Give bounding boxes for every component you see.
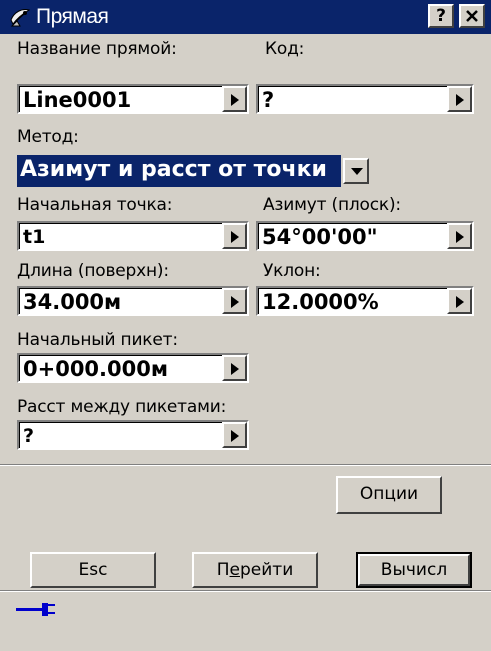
code-arrow-button[interactable] [447,86,472,112]
code-label: Код: [265,39,305,59]
method-dropdown[interactable]: Азимут и расст от точки [17,155,369,187]
arrow-right-icon [231,296,239,308]
start-point-value: t1 [23,226,46,248]
slope-label: Уклон: [263,261,321,281]
start-station-field[interactable]: 0+000.000м [17,353,249,383]
method-label: Метод: [17,127,79,147]
help-button[interactable]: ? [428,4,454,28]
goto-button[interactable]: Перейти [192,552,318,588]
azimuth-label: Азимут (плоск): [263,195,401,215]
goto-label-suffix: рейти [240,560,294,580]
goto-label-prefix: П [216,560,230,580]
divider [0,464,491,466]
close-button[interactable] [459,4,485,28]
method-dropdown-button[interactable] [343,158,369,184]
esc-button[interactable]: Esc [30,552,156,588]
station-interval-label: Расст между пикетами: [17,397,227,417]
slope-arrow-button[interactable] [447,288,472,314]
slope-field[interactable]: 12.0000% [256,286,474,316]
name-arrow-button[interactable] [222,86,247,112]
arrow-right-icon [456,231,464,243]
arrow-right-icon [231,363,239,375]
azimuth-value: 54°00'00" [262,225,378,249]
plug-icon [16,603,55,616]
start-point-field[interactable]: t1 [17,221,249,251]
azimuth-field[interactable]: 54°00'00" [256,221,474,251]
calculate-label: Вычисл [358,554,470,586]
chevron-down-icon [351,168,363,175]
name-field[interactable]: Line0001 [17,84,249,114]
length-label: Длина (поверхн): [17,261,169,281]
start-station-label: Начальный пикет: [17,330,178,350]
length-arrow-button[interactable] [222,288,247,314]
name-label: Название прямой: [17,39,177,59]
name-value: Line0001 [23,88,132,112]
goto-label-hotkey: е [229,560,240,580]
code-value: ? [262,88,275,112]
arrow-right-icon [456,94,464,106]
station-interval-field[interactable]: ? [17,420,249,450]
station-interval-value: ? [23,425,35,447]
satellite-dish-icon [10,9,31,27]
station-interval-arrow-button[interactable] [222,422,247,448]
code-field[interactable]: ? [256,84,474,114]
arrow-right-icon [456,296,464,308]
arrow-right-icon [231,430,239,442]
close-icon [466,10,478,22]
start-station-arrow-button[interactable] [222,355,247,381]
method-value: Азимут и расст от точки [17,155,341,187]
start-station-value: 0+000.000м [23,357,169,381]
window-title: Прямая [36,5,109,28]
start-point-arrow-button[interactable] [222,223,247,249]
arrow-right-icon [231,231,239,243]
azimuth-arrow-button[interactable] [447,223,472,249]
calculate-button[interactable]: Вычисл [356,552,472,588]
length-field[interactable]: 34.000м [17,286,249,316]
length-value: 34.000м [23,290,122,314]
options-button[interactable]: Опции [336,476,442,514]
start-point-label: Начальная точка: [17,195,173,215]
divider [0,590,491,592]
arrow-right-icon [231,94,239,106]
slope-value: 12.0000% [262,290,379,314]
title-bar: Прямая ? [0,0,491,34]
